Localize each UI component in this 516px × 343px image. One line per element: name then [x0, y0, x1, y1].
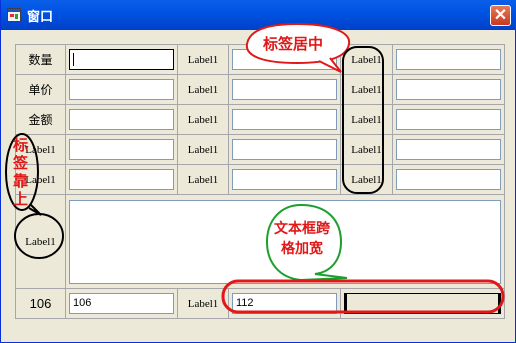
annotation-line: 格加宽 — [281, 241, 323, 257]
title-bar[interactable]: 窗口 ✕ — [1, 0, 516, 30]
row-label: 数量 — [15, 44, 66, 75]
disabled-text-input — [344, 293, 501, 314]
text-input[interactable] — [396, 169, 501, 190]
text-input[interactable] — [232, 169, 337, 190]
window: 窗口 ✕ 数量 Label1 Label1 单价 Label1 Label1 金… — [0, 0, 516, 343]
text-input[interactable] — [232, 109, 337, 130]
annotation-center-label: 标签居中 — [263, 35, 324, 53]
mid-label: Label1 — [177, 44, 229, 75]
mid-label: Label1 — [177, 164, 229, 195]
text-input[interactable] — [69, 79, 174, 100]
text-input[interactable] — [396, 139, 501, 160]
text-input[interactable] — [396, 109, 501, 130]
text-input[interactable]: 106 — [69, 293, 174, 314]
text-input[interactable] — [232, 139, 337, 160]
annotation-char: 上 — [13, 190, 29, 208]
text-input[interactable] — [69, 109, 174, 130]
close-icon: ✕ — [493, 7, 508, 24]
bottom-row: 106 106 Label1 112 — [15, 288, 505, 319]
text-input[interactable] — [232, 79, 337, 100]
form-row: 单价 Label1 Label1 — [15, 74, 505, 105]
window-title: 窗口 — [27, 10, 54, 25]
text-input[interactable] — [69, 139, 174, 160]
close-button[interactable]: ✕ — [490, 5, 511, 26]
annotation-char: 标 — [13, 136, 29, 154]
mid-label: Label1 — [177, 74, 229, 105]
bottom-value-label: 106 — [15, 288, 66, 319]
form-row: 金额 Label1 Label1 — [15, 104, 505, 135]
text-input[interactable] — [396, 49, 501, 70]
form-row: Label1 Label1 Label1 — [15, 164, 505, 195]
row-label: 单价 — [15, 74, 66, 105]
app-icon — [7, 8, 21, 22]
annotation-top-label: 标 签 靠 上 — [13, 136, 28, 208]
annotation-char: 签 — [13, 154, 29, 172]
right-label: Label1 — [340, 104, 393, 135]
text-input[interactable] — [69, 169, 174, 190]
form-row: 数量 Label1 Label1 — [15, 44, 505, 75]
text-caret — [73, 52, 74, 66]
textarea-label: Label1 — [15, 194, 66, 289]
right-label: Label1 — [340, 164, 393, 195]
right-label: Label1 — [340, 134, 393, 165]
right-label: Label1 — [340, 44, 393, 75]
form-row: Label1 Label1 Label1 — [15, 134, 505, 165]
textarea-row: Label1 — [15, 194, 505, 289]
row-label: 金额 — [15, 104, 66, 135]
form-table: 数量 Label1 Label1 单价 Label1 Label1 金额 Lab… — [15, 44, 505, 319]
mid-label: Label1 — [177, 288, 229, 319]
annotation-char: 靠 — [13, 172, 29, 190]
text-input[interactable] — [69, 49, 174, 70]
text-input[interactable] — [396, 79, 501, 100]
mid-label: Label1 — [177, 134, 229, 165]
annotation-line: 文本框跨 — [274, 221, 330, 237]
right-label: Label1 — [340, 74, 393, 105]
annotation-span-widen: 文本框跨 格加宽 — [273, 219, 331, 259]
spanning-text-input[interactable]: 112 — [232, 293, 337, 314]
mid-label: Label1 — [177, 104, 229, 135]
